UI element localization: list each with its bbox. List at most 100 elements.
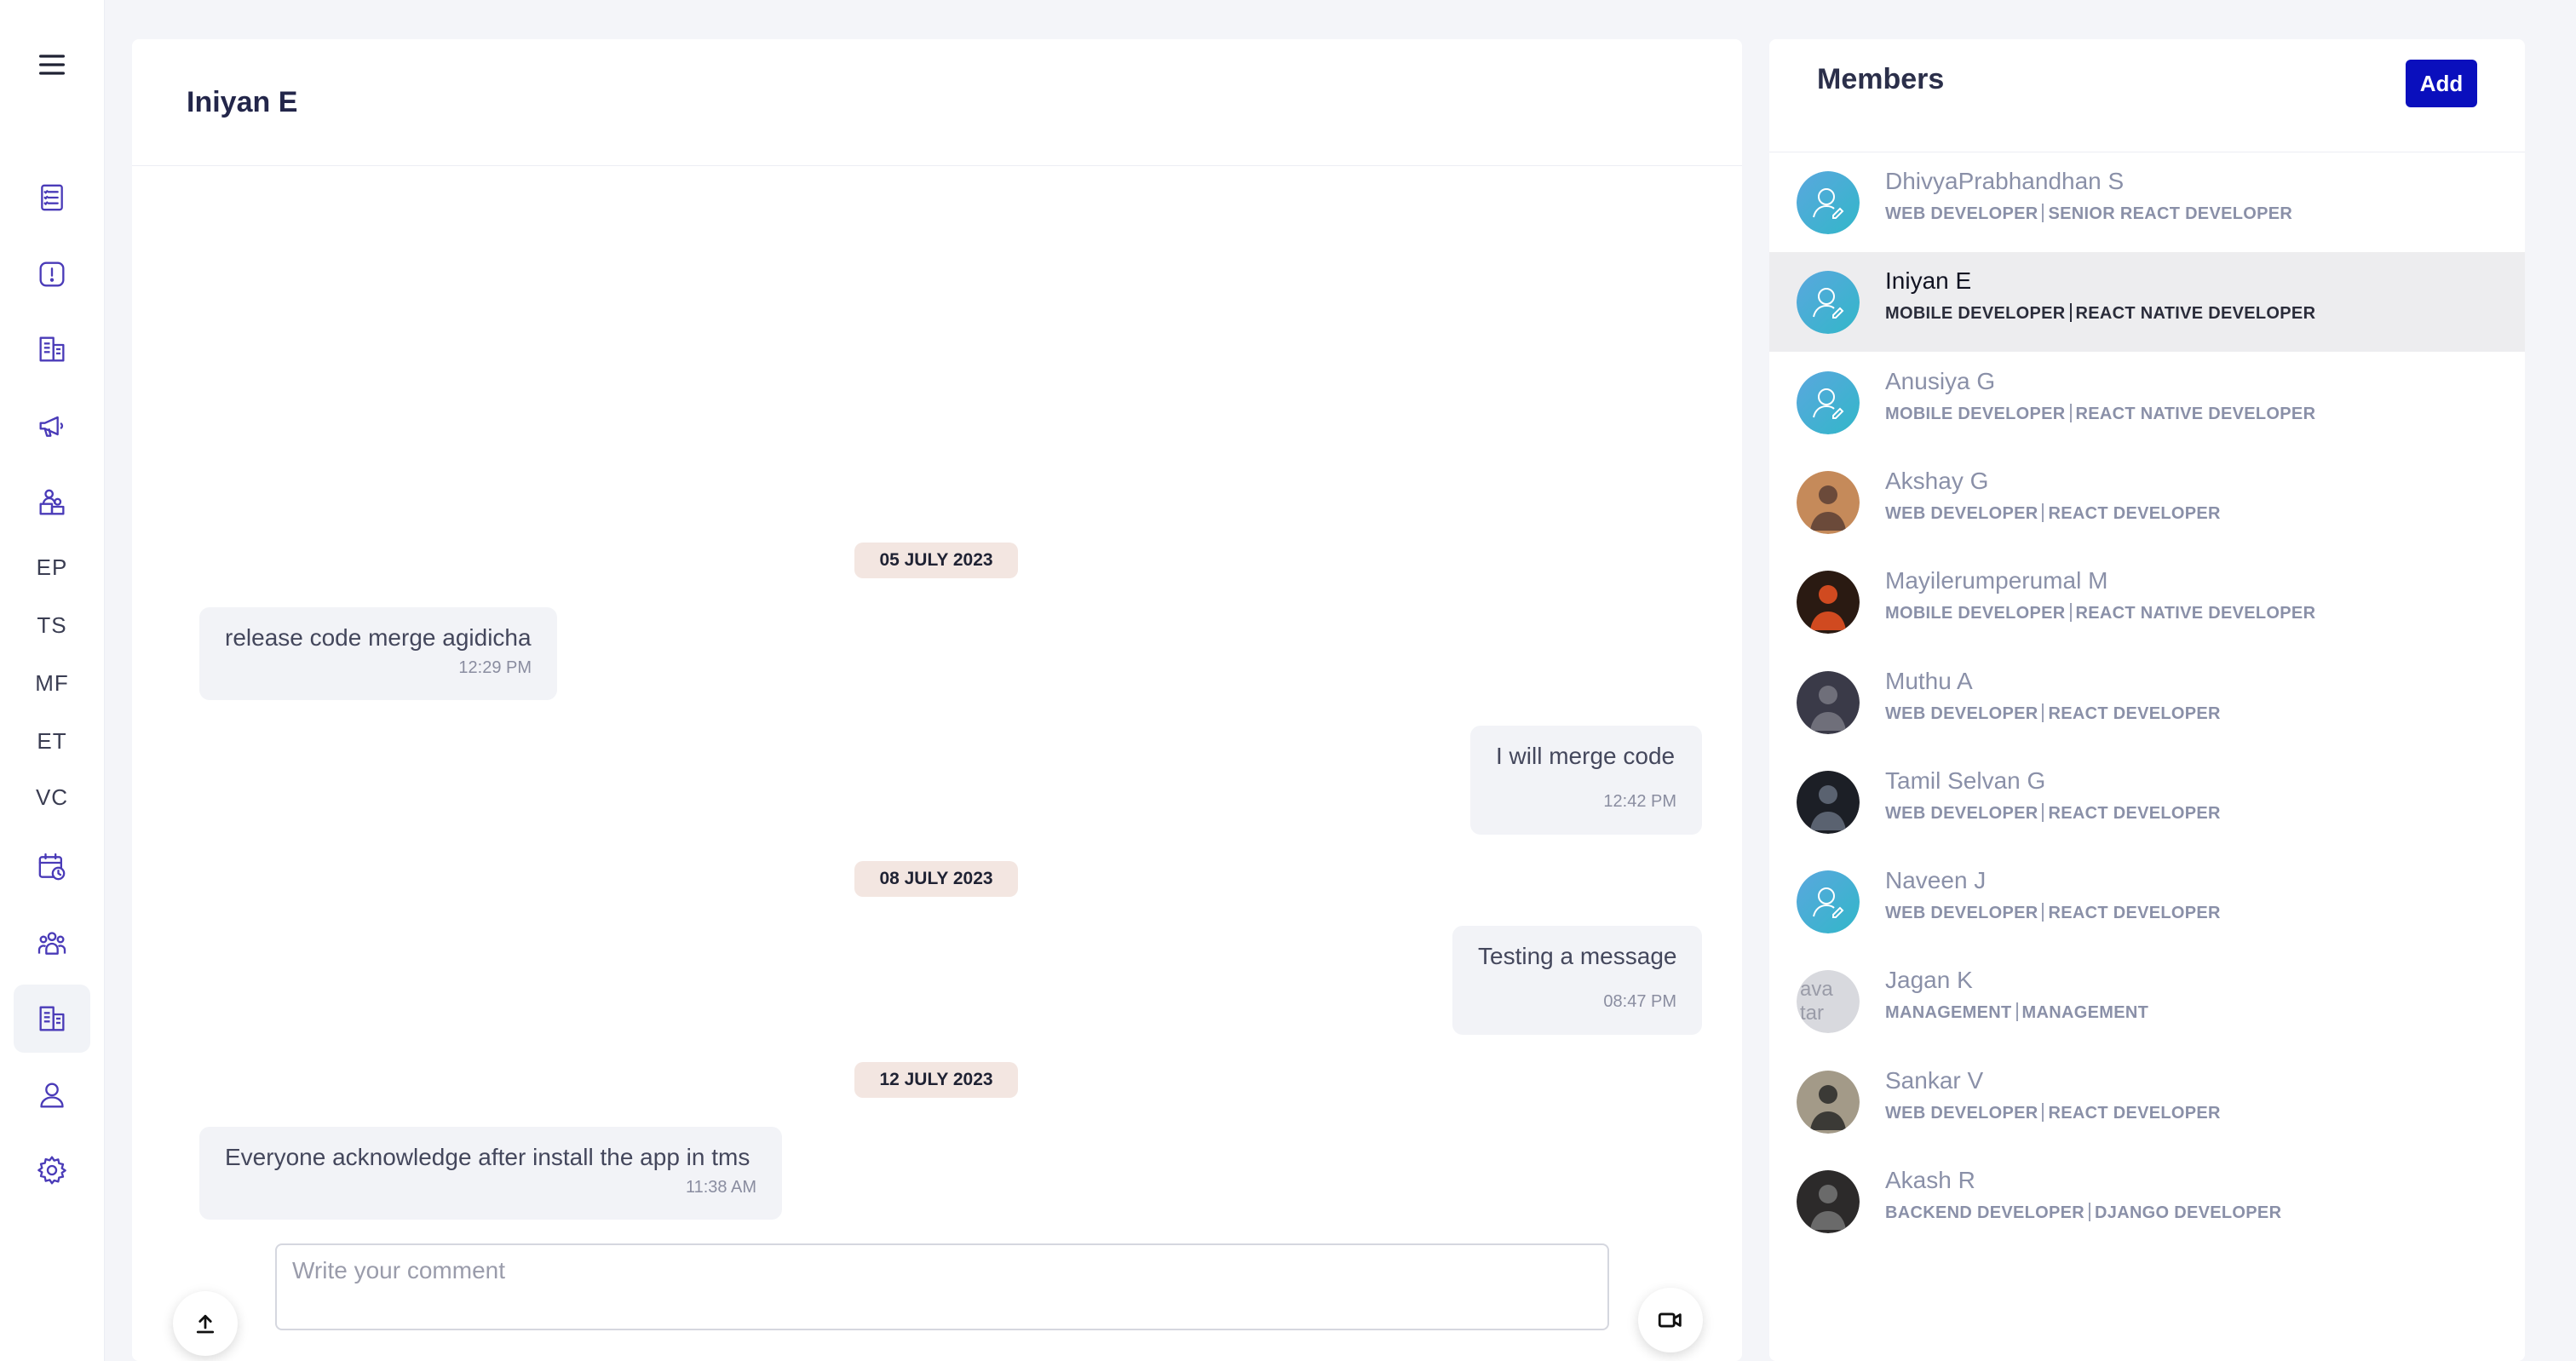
video-icon bbox=[1658, 1312, 1682, 1328]
member-designation: REACT NATIVE DEVELOPER bbox=[2075, 604, 2316, 623]
add-member-button[interactable]: Add bbox=[2406, 60, 2477, 107]
member-row[interactable]: Naveen J WEB DEVELOPER REACT DEVELOPER bbox=[1769, 852, 2525, 951]
member-name: Tamil Selvan G bbox=[1885, 767, 2046, 794]
message-text: I will merge code bbox=[1496, 743, 1676, 769]
member-row[interactable]: ava tar Jagan K MANAGEMENT MANAGEMENT bbox=[1769, 951, 2525, 1051]
workers-icon[interactable] bbox=[14, 468, 90, 537]
member-name: Muthu A bbox=[1885, 667, 1973, 694]
member-department: WEB DEVELOPER bbox=[1885, 904, 2038, 923]
member-role: WEB DEVELOPER REACT DEVELOPER bbox=[1885, 1102, 2221, 1123]
date-separator: 12 JULY 2023 bbox=[854, 1062, 1018, 1098]
member-department: MANAGEMENT bbox=[1885, 1003, 2012, 1023]
upload-icon bbox=[196, 1314, 215, 1334]
role-divider bbox=[2042, 502, 2044, 522]
member-designation: REACT DEVELOPER bbox=[2048, 503, 2221, 523]
avatar bbox=[1797, 670, 1860, 734]
role-divider bbox=[2042, 903, 2044, 922]
member-name: Iniyan E bbox=[1885, 267, 1972, 295]
member-department: MOBILE DEVELOPER bbox=[1885, 604, 2066, 623]
nav-ep-label: EP bbox=[36, 554, 68, 580]
member-department: WEB DEVELOPER bbox=[1885, 1103, 2038, 1123]
avatar bbox=[1797, 571, 1860, 635]
avatar bbox=[1797, 870, 1860, 934]
message-text: Testing a message bbox=[1478, 943, 1677, 969]
member-row[interactable]: Muthu A WEB DEVELOPER REACT DEVELOPER bbox=[1769, 652, 2525, 752]
member-department: MOBILE DEVELOPER bbox=[1885, 304, 2066, 324]
member-designation: REACT DEVELOPER bbox=[2048, 703, 2221, 723]
message-incoming: Everyone acknowledge after install the a… bbox=[199, 1127, 782, 1220]
member-name: DhivyaPrabhandhan S bbox=[1885, 168, 2125, 194]
members-title: Members bbox=[1817, 63, 1945, 95]
members-header: Members Add bbox=[1769, 39, 2525, 152]
message-outgoing: Testing a message 08:47 PM bbox=[1452, 926, 1702, 1035]
member-designation: MANAGEMENT bbox=[2021, 1003, 2149, 1023]
svg-text:tar: tar bbox=[1800, 1002, 1824, 1025]
member-row[interactable]: Anusiya G MOBILE DEVELOPER REACT NATIVE DE… bbox=[1769, 353, 2525, 452]
chat-header: Iniyan E bbox=[132, 39, 1742, 166]
role-divider bbox=[2042, 204, 2044, 222]
gear-icon[interactable] bbox=[14, 1136, 90, 1204]
nav-vc[interactable]: VC bbox=[14, 763, 90, 831]
member-designation: SENIOR REACT DEVELOPER bbox=[2048, 204, 2293, 223]
clipboard-list-icon[interactable] bbox=[14, 164, 90, 232]
member-name: Mayilerumperumal M bbox=[1885, 567, 2108, 594]
message-text: Everyone acknowledge after install the a… bbox=[225, 1144, 750, 1170]
member-department: WEB DEVELOPER bbox=[1885, 703, 2038, 723]
member-name: Sankar V bbox=[1885, 1066, 1984, 1094]
alert-icon[interactable] bbox=[14, 240, 90, 308]
member-role: MOBILE DEVELOPER REACT NATIVE DEVELOPER bbox=[1885, 303, 2315, 324]
megaphone-icon[interactable] bbox=[14, 392, 90, 460]
upload-button[interactable] bbox=[173, 1291, 238, 1356]
chat-title: Iniyan E bbox=[187, 85, 298, 118]
user-icon[interactable] bbox=[14, 1061, 90, 1129]
building-icon[interactable] bbox=[14, 315, 90, 383]
message-outgoing: I will merge code 12:42 PM bbox=[1470, 726, 1702, 835]
message-time: 08:47 PM bbox=[1603, 992, 1676, 1011]
member-designation: REACT NATIVE DEVELOPER bbox=[2075, 404, 2316, 423]
member-row[interactable]: Sankar V WEB DEVELOPER REACT DEVELOPER bbox=[1769, 1052, 2525, 1151]
comment-input[interactable] bbox=[275, 1243, 1609, 1330]
video-call-button[interactable] bbox=[1638, 1288, 1703, 1352]
message-time: 11:38 AM bbox=[685, 1178, 756, 1197]
avatar bbox=[1797, 1170, 1860, 1233]
member-role: WEB DEVELOPER REACT DEVELOPER bbox=[1885, 502, 2221, 524]
menu-icon[interactable] bbox=[14, 31, 90, 99]
nav-mf-label: MF bbox=[35, 669, 69, 696]
team-icon[interactable] bbox=[14, 910, 90, 978]
member-designation: REACT DEVELOPER bbox=[2048, 1103, 2221, 1123]
avatar bbox=[1797, 770, 1860, 834]
avatar bbox=[1797, 370, 1860, 434]
role-divider bbox=[2042, 1102, 2044, 1122]
role-divider bbox=[2069, 403, 2072, 422]
member-department: WEB DEVELOPER bbox=[1885, 204, 2038, 223]
member-department: BACKEND DEVELOPER bbox=[1885, 1203, 2085, 1222]
member-name: Anusiya G bbox=[1885, 367, 1996, 394]
calendar-clock-icon[interactable] bbox=[14, 833, 90, 901]
date-separator: 08 JULY 2023 bbox=[854, 861, 1018, 897]
member-department: MOBILE DEVELOPER bbox=[1885, 404, 2066, 423]
member-row[interactable]: Akash R BACKEND DEVELOPER DJANGO DEVELOPER bbox=[1769, 1151, 2525, 1251]
member-name: Naveen J bbox=[1885, 867, 1987, 894]
sidebar: EP TS MF ET VC bbox=[0, 0, 105, 1361]
role-divider bbox=[2042, 802, 2044, 822]
member-department: WEB DEVELOPER bbox=[1885, 503, 2038, 523]
member-role: MOBILE DEVELOPER REACT NATIVE DEVELOPER bbox=[1885, 403, 2316, 424]
member-row[interactable]: Mayilerumperumal M MOBILE DEVELOPER REACT … bbox=[1769, 552, 2525, 652]
office-icon[interactable] bbox=[14, 985, 90, 1053]
member-designation: REACT NATIVE DEVELOPER bbox=[2075, 304, 2316, 324]
members-panel: Members Add DhivyaPrabhandhan S WEB DEVEL… bbox=[1769, 39, 2525, 1361]
member-row[interactable]: Akshay G WEB DEVELOPER REACT DEVELOPER bbox=[1769, 452, 2525, 552]
member-row[interactable]: DhivyaPrabhandhan S WEB DEVELOPER SENIOR R… bbox=[1769, 152, 2525, 252]
role-divider bbox=[2069, 603, 2072, 623]
member-role: WEB DEVELOPER REACT DEVELOPER bbox=[1885, 703, 2221, 724]
avatar bbox=[1797, 271, 1860, 335]
member-role: WEB DEVELOPER SENIOR REACT DEVELOPER bbox=[1885, 204, 2292, 224]
member-row[interactable]: Tamil Selvan G WEB DEVELOPER REACT DEVELOP… bbox=[1769, 752, 2525, 852]
message-time: 12:42 PM bbox=[1603, 792, 1676, 811]
message-incoming: release code merge agidicha 12:29 PM bbox=[199, 607, 557, 700]
role-divider bbox=[2089, 1203, 2091, 1221]
member-row[interactable]: Iniyan E MOBILE DEVELOPER REACT NATIVE DEV… bbox=[1769, 252, 2525, 353]
member-designation: DJANGO DEVELOPER bbox=[2095, 1203, 2282, 1222]
member-role: MANAGEMENT MANAGEMENT bbox=[1885, 1002, 2148, 1023]
date-separator: 05 JULY 2023 bbox=[854, 543, 1018, 578]
